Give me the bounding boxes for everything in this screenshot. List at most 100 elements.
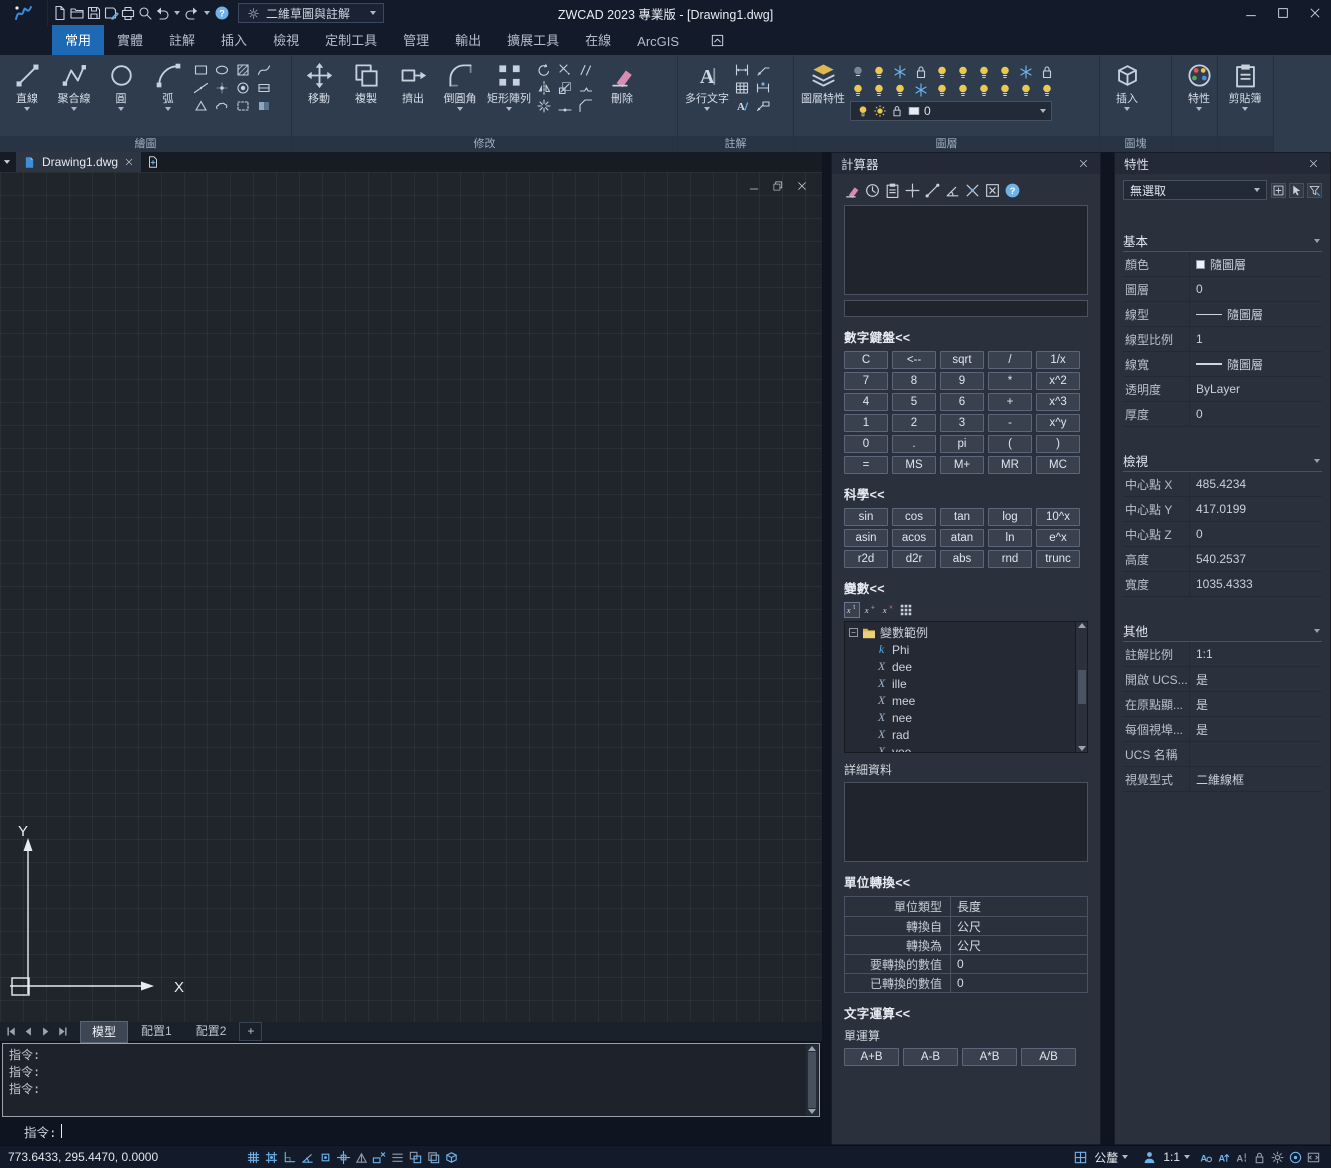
property-value[interactable]: 0 [1189,402,1322,426]
annotation-group-label[interactable]: 註解 [678,136,793,152]
ribbon-button-insert-block[interactable]: 插入 [1105,59,1149,111]
undo-icon[interactable] [154,5,170,21]
ribbon-button-mtext[interactable]: A多行文字 [683,59,731,111]
gear-icon[interactable] [1270,1150,1285,1165]
open-icon[interactable] [69,5,85,21]
calc-close-icon[interactable] [984,182,1001,199]
ducs-icon[interactable] [354,1150,369,1165]
viewport-restore-icon[interactable] [772,180,784,192]
calc-key-ms[interactable]: MS [892,456,936,474]
annotation-visibility-icon[interactable]: A [1198,1150,1213,1165]
calc-key-r0c1[interactable]: <-- [892,351,936,369]
hatch-icon[interactable] [235,62,251,78]
annotation-monitor-icon[interactable]: A [1234,1150,1249,1165]
calc-key-r0c3[interactable]: / [988,351,1032,369]
calc-key-x3[interactable]: x^3 [1036,393,1080,411]
select-objects-icon[interactable] [1289,183,1304,198]
layer-dropdown[interactable]: 0 [850,101,1052,121]
property-value[interactable]: 是 [1189,667,1322,691]
help-icon[interactable]: ? [1004,182,1021,199]
layer-freeze-icon[interactable] [892,64,908,80]
layer-delete-icon[interactable] [955,82,971,98]
ribbon-tab-1[interactable]: 實體 [104,25,156,55]
viewport-minimize-icon[interactable] [748,180,760,192]
construction-line-icon[interactable] [193,80,209,96]
variables-tree[interactable]: −變數範例kPhiXdeeXilleXmeeXneeXradXvee [844,621,1088,753]
property-value[interactable]: 二維線框 [1189,767,1322,791]
tree-expander-icon[interactable]: − [849,628,858,637]
scrollbar-thumb[interactable] [1078,670,1086,704]
calc-key-1x[interactable]: 1/x [1036,351,1080,369]
draw-group-label[interactable]: 繪圖 [0,136,291,152]
block-group-label[interactable]: 圖塊 [1100,136,1171,152]
multileader-icon[interactable] [755,98,771,114]
layer-merge-icon[interactable] [934,82,950,98]
app-logo[interactable] [0,0,48,26]
units-header[interactable]: 單位轉換<< [844,872,1088,891]
maximize-button[interactable] [1267,0,1299,26]
calc-sci-key-acos[interactable]: acos [892,529,936,547]
ribbon-tab-4[interactable]: 檢視 [260,25,312,55]
lineweight-icon[interactable] [390,1150,405,1165]
calc-key-2[interactable]: 2 [892,414,936,432]
close-button[interactable] [1299,0,1331,26]
variable-item-nee[interactable]: Xnee [849,709,1073,726]
variable-item-dee[interactable]: Xdee [849,658,1073,675]
join-icon[interactable] [557,98,573,114]
ribbon-button-copy[interactable]: 複製 [344,59,388,106]
calc-sci-key-tan[interactable]: tan [940,508,984,526]
calc-sci-key-cos[interactable]: cos [892,508,936,526]
calculator-display[interactable] [844,205,1088,295]
workspace-dropdown[interactable]: 二維草圖與註解 [238,3,384,23]
ribbon-button-circle[interactable]: 圓 [99,59,143,111]
boundary-icon[interactable] [235,98,251,114]
new-icon[interactable] [52,5,68,21]
calc-key-pi[interactable]: pi [940,435,984,453]
calc-key-3[interactable]: 3 [940,414,984,432]
ribbon-tab-9[interactable]: 在線 [572,25,624,55]
document-tab[interactable]: Drawing1.dwg [16,152,141,172]
calc-key-mc[interactable]: MC [1036,456,1080,474]
unit-row-value[interactable]: 公尺 [951,937,1087,954]
drawing-canvas[interactable]: Y X [0,172,822,1022]
cycling-icon[interactable] [426,1150,441,1165]
layer-translate-icon[interactable] [1039,82,1055,98]
calc-sci-key-asin[interactable]: asin [844,529,888,547]
property-value[interactable]: 是 [1189,717,1322,741]
calc-sci-key-ln[interactable]: ln [988,529,1032,547]
calc-key-4[interactable]: 4 [844,393,888,411]
calc-key-xy[interactable]: x^y [1036,414,1080,432]
layer-fade-icon[interactable] [976,82,992,98]
rectangle-icon[interactable] [193,62,209,78]
ellipse-icon[interactable] [214,62,230,78]
layer-unlock-icon[interactable] [1039,64,1055,80]
layer-isolate-icon[interactable] [871,64,887,80]
layer-copy-icon[interactable] [871,82,887,98]
point-icon[interactable] [214,80,230,96]
layout-tab-2[interactable]: 配置2 [185,1021,238,1043]
plot-icon[interactable] [120,5,136,21]
calc-sci-key-abs[interactable]: abs [940,550,984,568]
scroll-down-icon[interactable] [1078,746,1086,751]
layout-tab-0[interactable]: 模型 [80,1021,128,1043]
layer-unisolate-icon[interactable] [997,64,1013,80]
calc-sci-key-sin[interactable]: sin [844,508,888,526]
variable-item-mee[interactable]: Xmee [849,692,1073,709]
ribbon-button-array[interactable]: 矩形陣列 [485,59,533,111]
scale-icon[interactable] [557,80,573,96]
annotation-autoscale-icon[interactable]: A [1216,1150,1231,1165]
table-icon[interactable] [734,80,750,96]
calc-key-r1c3[interactable]: * [988,372,1032,390]
layer-current-icon[interactable] [850,82,866,98]
chamfer-icon[interactable] [578,98,594,114]
calc-key-sqrt[interactable]: sqrt [940,351,984,369]
calc-key-7[interactable]: 7 [844,372,888,390]
edit-variable-icon[interactable]: x+ [862,602,878,618]
layer-lock-icon[interactable] [913,64,929,80]
ribbon-button-polyline[interactable]: 聚合線 [52,59,96,111]
otrack-icon[interactable] [336,1150,351,1165]
calc-sci-key-r2d[interactable]: r2d [844,550,888,568]
save-as-icon[interactable] [103,5,119,21]
calc-key-r4c3[interactable]: ( [988,435,1032,453]
linear-dimension-icon[interactable] [734,62,750,78]
